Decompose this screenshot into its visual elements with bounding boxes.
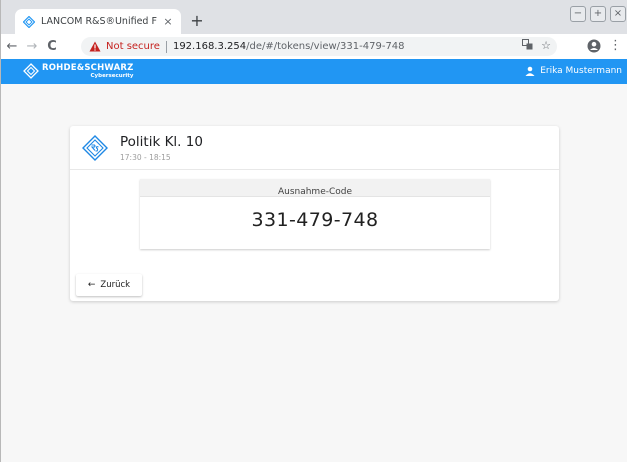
tab-close-icon[interactable]: × xyxy=(161,15,175,28)
browser-window: LANCOM R&S®Unified Firewall × + − + × ← … xyxy=(0,0,627,462)
lesson-time: 17:30 - 18:15 xyxy=(120,153,171,162)
warning-icon xyxy=(89,41,101,52)
back-button[interactable]: ← Zurück xyxy=(76,274,142,296)
tab-title: LANCOM R&S®Unified Firewall xyxy=(41,16,157,27)
close-window-button[interactable]: × xyxy=(610,6,626,22)
brand-subtitle: Cybersecurity xyxy=(90,73,134,79)
browser-tab[interactable]: LANCOM R&S®Unified Firewall × xyxy=(15,9,181,34)
toolbar-right: ⋮ xyxy=(587,38,622,53)
address-bar[interactable]: Not secure 192.168.3.254/de/#/tokens/vie… xyxy=(81,37,557,56)
token-card: Politik Kl. 10 17:30 - 18:15 Ausnahme-Co… xyxy=(70,126,559,301)
address-separator xyxy=(165,40,167,53)
brand-name: ROHDE&SCHWARZ xyxy=(42,63,134,73)
user-menu[interactable]: Erika Mustermann xyxy=(525,66,622,76)
reload-button[interactable]: C xyxy=(43,38,61,56)
minimize-button[interactable]: − xyxy=(570,6,586,22)
rs-favicon-icon xyxy=(23,15,35,28)
profile-icon[interactable] xyxy=(587,39,601,53)
code-label-bar: Ausnahme-Code xyxy=(140,179,490,197)
address-bar-actions: ☆ xyxy=(522,39,551,53)
card-header: Politik Kl. 10 17:30 - 18:15 xyxy=(70,126,559,170)
url-path: /de/#/tokens/view/331-479-748 xyxy=(246,41,405,52)
code-label: Ausnahme-Code xyxy=(277,187,353,197)
browser-toolbar: ← → C Not secure 192.168.3.254/de/#/toke… xyxy=(1,34,627,59)
new-tab-button[interactable]: + xyxy=(187,11,207,31)
security-status[interactable]: Not secure xyxy=(106,41,160,52)
app-header: ROHDE&SCHWARZ Cybersecurity Erika Muster… xyxy=(1,59,627,84)
maximize-button[interactable]: + xyxy=(590,6,606,22)
rs-logo-icon xyxy=(23,63,39,79)
rs-emblem-icon xyxy=(82,135,108,161)
window-controls: − + × xyxy=(570,6,626,22)
user-name: Erika Mustermann xyxy=(540,66,622,76)
user-icon xyxy=(525,66,535,76)
url-host: 192.168.3.254 xyxy=(172,41,247,52)
page-content: Politik Kl. 10 17:30 - 18:15 Ausnahme-Co… xyxy=(1,84,627,462)
brand-logo[interactable]: ROHDE&SCHWARZ Cybersecurity xyxy=(23,63,134,80)
forward-nav-button[interactable]: → xyxy=(23,38,41,56)
bookmark-star-icon[interactable]: ☆ xyxy=(541,39,551,53)
tab-strip: LANCOM R&S®Unified Firewall × + − + × xyxy=(1,0,627,34)
arrow-left-icon: ← xyxy=(87,280,96,290)
translate-icon[interactable] xyxy=(522,39,533,53)
lesson-title: Politik Kl. 10 xyxy=(120,134,203,150)
back-nav-button[interactable]: ← xyxy=(3,38,21,56)
browser-menu-icon[interactable]: ⋮ xyxy=(609,38,622,53)
exception-code: 331-479-748 xyxy=(251,209,379,231)
exception-code-box: Ausnahme-Code 331-479-748 xyxy=(140,179,490,249)
back-button-label: Zurück xyxy=(100,280,131,290)
